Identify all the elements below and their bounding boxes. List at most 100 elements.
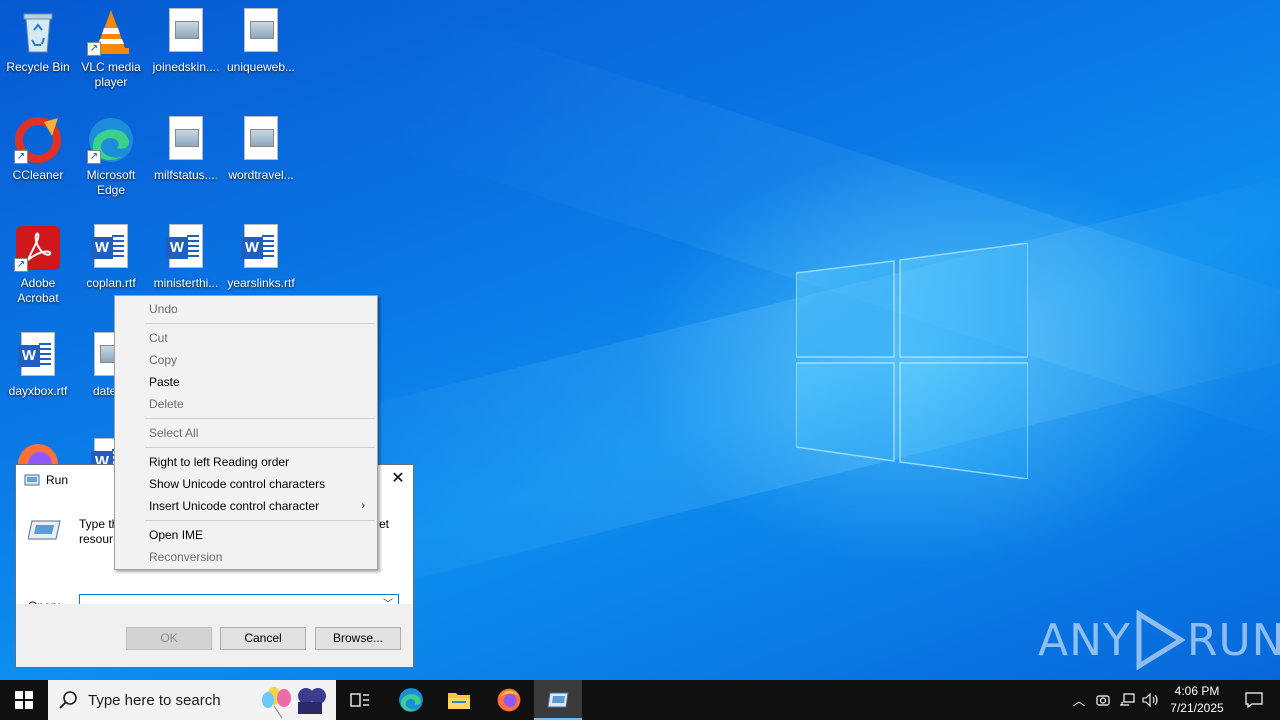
menu-item-delete[interactable]: Delete bbox=[117, 393, 375, 415]
desktop-icon-vlc[interactable]: ↗ VLC media player bbox=[73, 8, 149, 90]
desktop-icon-joinedskin[interactable]: joinedskin.... bbox=[148, 8, 224, 75]
volume-icon bbox=[1142, 693, 1158, 707]
menu-item-open-ime[interactable]: Open IME bbox=[117, 524, 375, 546]
search-highlight-art-icon bbox=[262, 687, 326, 718]
run-app-icon bbox=[24, 474, 40, 486]
menu-item-paste[interactable]: Paste bbox=[117, 371, 375, 393]
desktop-icon-firefox-partial[interactable] bbox=[0, 438, 76, 466]
clock-time: 4:06 PM bbox=[1174, 684, 1220, 698]
start-button[interactable] bbox=[0, 680, 48, 720]
menu-item-copy[interactable]: Copy bbox=[117, 349, 375, 371]
tray-network[interactable] bbox=[1116, 680, 1138, 720]
close-icon[interactable]: ✕ bbox=[383, 465, 413, 493]
desktop-icon-label: dayxbox.rtf bbox=[8, 384, 68, 398]
desktop-icon-label: ministerthi... bbox=[153, 276, 219, 290]
folder-icon bbox=[448, 693, 470, 709]
chevron-up-icon: ︿ bbox=[1072, 693, 1085, 708]
edge-icon: ↗ bbox=[87, 116, 135, 164]
desktop-icon-ministerthi[interactable]: W ministerthi... bbox=[148, 224, 224, 291]
run-description-right: et bbox=[379, 517, 390, 531]
desktop-icon-label: uniqueweb... bbox=[226, 60, 296, 74]
notification-center-button[interactable] bbox=[1236, 680, 1272, 720]
word-doc-icon: W bbox=[162, 224, 210, 272]
desktop-icon-wordtravel[interactable]: wordtravel... bbox=[223, 116, 299, 183]
menu-separator bbox=[145, 323, 375, 324]
tray-volume[interactable] bbox=[1140, 680, 1162, 720]
anyrun-watermark: ANY RUN bbox=[1038, 608, 1280, 672]
taskbar-edge-button[interactable] bbox=[387, 680, 435, 720]
desktop-icon-microsoft-edge[interactable]: ↗ Microsoft Edge bbox=[73, 116, 149, 198]
firefox-icon bbox=[497, 688, 521, 712]
desktop-icon-milfstatus[interactable]: milfstatus.... bbox=[148, 116, 224, 183]
desktop-icon-yearslinks[interactable]: W yearslinks.rtf bbox=[223, 224, 299, 291]
image-file-icon bbox=[237, 8, 285, 56]
desktop-icon-label: VLC media player bbox=[81, 60, 141, 89]
windows-start-icon bbox=[15, 691, 33, 709]
clock-date: 7/21/2025 bbox=[1170, 701, 1224, 715]
task-view-button[interactable] bbox=[336, 680, 384, 720]
taskbar-clock[interactable]: 4:06 PM 7/21/2025 bbox=[1162, 683, 1232, 717]
desktop-icon-recycle-bin[interactable]: Recycle Bin bbox=[0, 8, 76, 75]
recycle-bin-icon bbox=[14, 8, 62, 56]
windows-logo-wallpaper-icon bbox=[796, 243, 1028, 479]
ok-button[interactable]: OK bbox=[126, 627, 212, 650]
run-description-line-2: resour bbox=[79, 532, 114, 546]
menu-item-undo[interactable]: Undo bbox=[117, 298, 375, 320]
image-file-icon bbox=[162, 8, 210, 56]
run-app-icon bbox=[547, 692, 569, 708]
search-placeholder: Type here to search bbox=[88, 692, 221, 709]
taskbar-file-explorer-button[interactable] bbox=[435, 680, 483, 720]
vlc-icon: ↗ bbox=[87, 8, 135, 56]
run-title: Run bbox=[46, 473, 69, 487]
menu-item-cut[interactable]: Cut bbox=[117, 327, 375, 349]
notification-icon bbox=[1245, 692, 1263, 708]
desktop-icon-label: wordtravel... bbox=[228, 168, 294, 182]
desktop-icon-label: CCleaner bbox=[12, 168, 64, 182]
menu-item-reconversion[interactable]: Reconversion bbox=[117, 546, 375, 568]
taskbar: Type here to search ︿ 4:06 PM 7/21/2025 bbox=[0, 680, 1280, 720]
desktop-icon-label: Microsoft Edge bbox=[86, 168, 136, 197]
image-file-icon bbox=[162, 116, 210, 164]
watermark-text-right: RUN bbox=[1186, 614, 1280, 666]
menu-item-insert-unicode-control[interactable]: Insert Unicode control character › bbox=[117, 495, 375, 517]
play-logo-icon bbox=[1136, 610, 1185, 670]
menu-item-rtl-reading-order[interactable]: Right to left Reading order bbox=[117, 451, 375, 473]
desktop-icon-adobe-acrobat[interactable]: ↗ Adobe Acrobat bbox=[0, 224, 76, 306]
desktop-icon-label: Adobe Acrobat bbox=[17, 276, 59, 305]
acrobat-icon: ↗ bbox=[14, 224, 62, 272]
desktop-icon-ccleaner[interactable]: ↗ CCleaner bbox=[0, 116, 76, 183]
ccleaner-icon: ↗ bbox=[14, 116, 62, 164]
desktop-icon-coplan[interactable]: W coplan.rtf bbox=[73, 224, 149, 291]
desktop-icon-label: coplan.rtf bbox=[86, 276, 136, 290]
word-doc-icon: W bbox=[14, 332, 62, 380]
show-hidden-icons-button[interactable]: ︿ bbox=[1068, 680, 1090, 720]
task-view-icon bbox=[350, 693, 369, 707]
desktop-icon-label: yearslinks.rtf bbox=[227, 276, 295, 290]
run-large-icon bbox=[28, 520, 61, 540]
desktop-icon-label: joinedskin.... bbox=[152, 60, 220, 74]
firefox-icon bbox=[14, 438, 62, 466]
cancel-button[interactable]: Cancel bbox=[220, 627, 306, 650]
network-icon bbox=[1120, 693, 1135, 706]
run-description-line-1: Type th bbox=[79, 517, 119, 531]
desktop-icon-label: Recycle Bin bbox=[6, 60, 70, 74]
menu-item-label: Insert Unicode control character bbox=[149, 499, 320, 513]
menu-separator bbox=[145, 418, 375, 419]
taskbar-search-box[interactable]: Type here to search bbox=[48, 680, 336, 720]
image-file-icon bbox=[237, 116, 285, 164]
menu-separator bbox=[145, 520, 375, 521]
desktop-icon-dayxbox[interactable]: W dayxbox.rtf bbox=[0, 332, 76, 399]
taskbar-firefox-button[interactable] bbox=[485, 680, 533, 720]
desktop-icon-label: milfstatus.... bbox=[153, 168, 218, 182]
edit-context-menu: Undo Cut Copy Paste Delete Select All Ri… bbox=[114, 295, 378, 570]
menu-item-show-unicode-control[interactable]: Show Unicode control characters bbox=[117, 473, 375, 495]
edge-icon bbox=[399, 688, 423, 712]
run-footer: OK Cancel Browse... bbox=[16, 604, 413, 667]
desktop-icon-uniqueweb[interactable]: uniqueweb... bbox=[223, 8, 299, 75]
browse-button[interactable]: Browse... bbox=[315, 627, 401, 650]
tray-meet-now[interactable] bbox=[1092, 680, 1114, 720]
menu-item-select-all[interactable]: Select All bbox=[117, 422, 375, 444]
taskbar-run-button[interactable] bbox=[534, 680, 582, 720]
camera-icon bbox=[1096, 695, 1110, 706]
menu-separator bbox=[145, 447, 375, 448]
